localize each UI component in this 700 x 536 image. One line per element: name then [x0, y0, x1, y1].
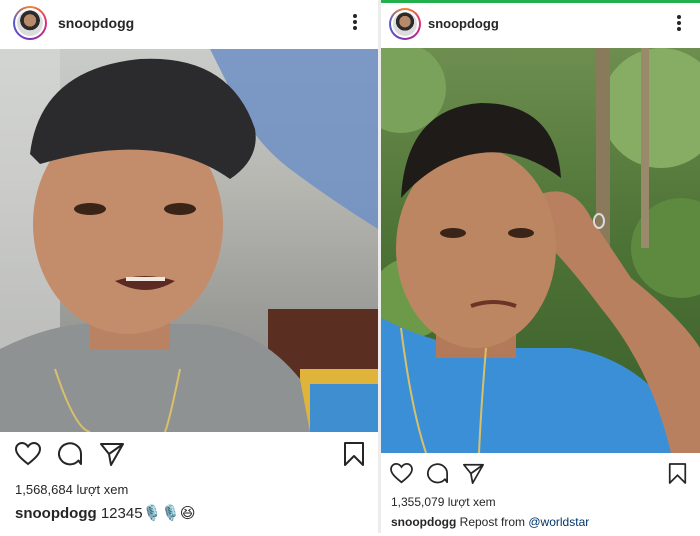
instagram-post-right: snoopdogg 1,355,079 lượt xem snoopdogg R… [381, 0, 700, 536]
avatar[interactable] [13, 6, 47, 40]
post-actions [0, 440, 378, 470]
post-header: snoopdogg [381, 3, 700, 50]
instagram-post-left: snoopdogg 1,568,684 lượt xem snoopdogg 1… [0, 0, 378, 533]
bookmark-icon[interactable] [668, 462, 687, 485]
bookmark-icon[interactable] [343, 441, 365, 467]
avatar-image [393, 12, 417, 36]
username[interactable]: snoopdogg [428, 16, 499, 31]
post-actions [381, 462, 700, 492]
video-frame [381, 48, 700, 453]
caption-text: Repost from [459, 515, 529, 529]
caption-username[interactable]: snoopdogg [391, 515, 456, 529]
post-caption: snoopdogg Repost from @worldstar [391, 515, 589, 529]
view-count: 1,355,079 lượt xem [391, 495, 496, 509]
caption-mention-link[interactable]: @worldstar [528, 515, 589, 529]
comment-bubble-icon[interactable] [57, 442, 83, 466]
caption-text: 12345🎙️🎙️😆 [100, 505, 196, 522]
post-video[interactable] [0, 49, 378, 432]
heart-icon[interactable] [390, 463, 413, 484]
avatar[interactable] [389, 8, 421, 40]
heart-icon[interactable] [15, 442, 41, 466]
caption-username[interactable]: snoopdogg [15, 505, 97, 522]
more-vertical-icon[interactable] [352, 14, 358, 32]
view-count: 1,568,684 lượt xem [15, 482, 129, 497]
paper-plane-icon[interactable] [462, 463, 485, 484]
video-frame [0, 49, 378, 432]
comment-bubble-icon[interactable] [426, 463, 449, 484]
avatar-image [17, 10, 43, 36]
paper-plane-icon[interactable] [99, 442, 125, 466]
post-header: snoopdogg [0, 0, 378, 47]
post-video[interactable] [381, 48, 700, 453]
post-caption: snoopdogg 12345🎙️🎙️😆 [15, 504, 196, 522]
more-vertical-icon[interactable] [676, 15, 682, 33]
username[interactable]: snoopdogg [58, 15, 134, 31]
